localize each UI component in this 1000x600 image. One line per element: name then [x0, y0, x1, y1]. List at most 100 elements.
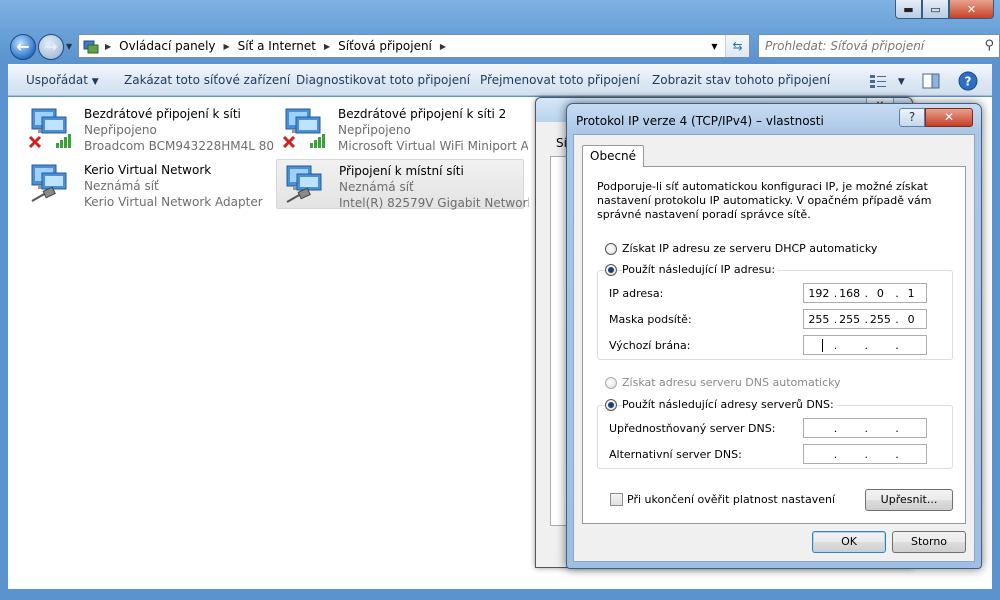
explorer-window: ▬ ▭ ✕ ← → ▼ ▶ Ovládací panely ▶ Síť a In… — [0, 0, 1000, 600]
list-item[interactable]: Připojení k místní síti Neznámá síť Inte… — [276, 159, 529, 210]
breadcrumb-separator-icon[interactable]: ▶ — [324, 42, 330, 51]
dns-manual-radio[interactable] — [605, 399, 617, 411]
view-status-button[interactable]: Zobrazit stav tohoto připojení — [652, 64, 830, 96]
navigation-bar: ← → ▼ ▶ Ovládací panely ▶ Síť a Internet… — [8, 32, 1000, 60]
search-icon[interactable]: ⚲ — [984, 35, 994, 57]
close-icon: ✕ — [943, 110, 955, 124]
dns-auto-radio[interactable] — [605, 377, 617, 389]
preview-pane-button[interactable] — [922, 64, 940, 96]
default-gateway-field[interactable]: . . . — [803, 335, 927, 355]
ok-button[interactable]: OK — [812, 531, 886, 553]
address-controls: ▼ ⇆ — [703, 35, 749, 57]
octet: 1 — [907, 286, 915, 300]
octet: 192 — [808, 286, 830, 300]
help-button[interactable]: ? — [899, 108, 925, 127]
tab-general[interactable]: Obecné — [582, 145, 645, 167]
help-button[interactable]: ? — [958, 64, 978, 96]
back-arrow-icon: ← — [16, 37, 30, 56]
breadcrumb-control-panel[interactable]: Ovládací panely — [119, 39, 215, 53]
connection-device: Intel(R) 82579V Gigabit Network C... — [339, 196, 529, 210]
organize-button[interactable]: Uspořádat ▼ — [26, 64, 99, 96]
wired-network-icon — [31, 164, 67, 202]
back-button[interactable]: ← — [10, 34, 36, 60]
alternate-dns-label: Alternativní server DNS: — [609, 448, 742, 461]
help-icon: ? — [958, 71, 978, 90]
cancel-button[interactable]: Storno — [892, 531, 966, 553]
wired-network-icon — [286, 165, 322, 203]
organize-label: Uspořádat — [26, 73, 88, 87]
connection-name: Připojení k místní síti — [339, 164, 464, 178]
ipv4-properties-dialog: Protokol IP verze 4 (TCP/IPv4) – vlastno… — [566, 103, 982, 569]
forward-button[interactable]: → — [38, 34, 64, 60]
connection-name: Bezdrátové připojení k síti 2 — [338, 107, 507, 121]
address-dropdown-button[interactable]: ▼ — [703, 35, 725, 57]
ip-address-field[interactable]: 192. 168. 0. 1 — [803, 283, 927, 303]
chevron-down-icon: ▼ — [897, 77, 905, 87]
ip-auto-radio[interactable] — [605, 243, 617, 255]
close-button[interactable]: ✕ — [949, 0, 994, 19]
connection-status: Neznámá síť — [84, 179, 159, 193]
svg-text:?: ? — [965, 74, 972, 88]
chevron-down-icon: ▼ — [91, 77, 99, 87]
preferred-dns-label: Upřednostňovaný server DNS: — [609, 422, 776, 435]
connection-device: Kerio Virtual Network Adapter — [84, 195, 263, 209]
dialog-title: Protokol IP verze 4 (TCP/IPv4) – vlastno… — [576, 114, 824, 128]
refresh-icon: ⇆ — [732, 39, 743, 53]
ip-manual-label[interactable]: Použít následující IP adresu: — [622, 263, 779, 276]
text-caret — [822, 339, 823, 352]
close-icon: ✕ — [966, 2, 977, 16]
ip-auto-label[interactable]: Získat IP adresu ze serveru DHCP automat… — [622, 242, 877, 255]
view-list-icon — [870, 74, 886, 88]
search-placeholder: Prohledat: Síťová připojení — [765, 39, 925, 53]
validate-settings-label[interactable]: Při ukončení ověřit platnost nastavení — [627, 493, 835, 506]
search-input[interactable]: Prohledat: Síťová připojení ⚲ — [758, 34, 1000, 58]
advanced-button[interactable]: Upřesnit... — [865, 489, 953, 511]
list-item[interactable]: Bezdrátové připojení k síti 2 Nepřipojen… — [276, 103, 528, 153]
refresh-button[interactable]: ⇆ — [725, 35, 749, 57]
address-bar[interactable]: ▶ Ovládací panely ▶ Síť a Internet ▶ Síť… — [78, 34, 750, 58]
connection-device: Broadcom BCM943228HM4L 802.... — [84, 139, 274, 153]
breadcrumb-separator-icon: ▶ — [105, 41, 112, 51]
general-tab-panel: Podporuje-li síť automatickou konfigurac… — [582, 166, 966, 524]
dialog-close-button[interactable]: ✕ — [925, 108, 973, 127]
alternate-dns-field[interactable]: . . . — [803, 444, 927, 464]
octet: 255 — [869, 312, 891, 326]
recent-pages-dropdown[interactable]: ▼ — [66, 42, 72, 51]
validate-settings-checkbox[interactable] — [610, 493, 623, 506]
octet: 0 — [907, 312, 915, 326]
breadcrumb-separator-icon[interactable]: ▶ — [224, 42, 230, 51]
default-gateway-label: Výchozí brána: — [609, 339, 691, 352]
preferred-dns-field[interactable]: . . . — [803, 418, 927, 438]
octet: 255 — [839, 312, 861, 326]
wireless-network-icon — [28, 108, 71, 149]
connection-device: Microsoft Virtual WiFi Miniport A... — [338, 139, 528, 153]
connection-name: Kerio Virtual Network — [84, 163, 212, 177]
dns-auto-label[interactable]: Získat adresu serveru DNS automaticky — [622, 376, 841, 389]
minimize-button[interactable]: ▬ — [895, 0, 922, 19]
octet: 168 — [839, 286, 861, 300]
command-bar: Uspořádat ▼ Zakázat toto síťové zařízení… — [8, 64, 992, 96]
forward-arrow-icon: → — [44, 37, 58, 56]
ip-address-label: IP adresa: — [609, 287, 664, 300]
maximize-icon: ▭ — [930, 2, 941, 16]
rename-button[interactable]: Přejmenovat toto připojení — [480, 64, 640, 96]
list-item[interactable]: Bezdrátové připojení k síti Nepřipojeno … — [22, 103, 274, 153]
preview-pane-icon — [922, 73, 940, 88]
connection-status: Nepřipojeno — [338, 123, 411, 137]
subnet-mask-field[interactable]: 255. 255. 255. 0 — [803, 309, 927, 329]
breadcrumb-separator-icon[interactable]: ▶ — [440, 42, 446, 51]
view-options-button[interactable]: ▼ — [870, 64, 905, 96]
list-item[interactable]: Kerio Virtual Network Neznámá síť Kerio … — [22, 159, 270, 209]
dialog-body: Obecné Podporuje-li síť automatickou kon… — [573, 134, 975, 562]
breadcrumb-network-internet[interactable]: Síť a Internet — [238, 39, 316, 53]
disable-device-button[interactable]: Zakázat toto síťové zařízení — [124, 64, 290, 96]
diagnose-button[interactable]: Diagnostikovat toto připojení — [296, 64, 470, 96]
dns-manual-label[interactable]: Použít následující adresy serverů DNS: — [622, 398, 837, 411]
octet: 0 — [876, 286, 884, 300]
breadcrumb-network-connections[interactable]: Síťová připojení — [338, 39, 432, 53]
network-folder-icon — [83, 40, 99, 54]
maximize-button[interactable]: ▭ — [922, 0, 949, 19]
description-text: Podporuje-li síť automatickou konfigurac… — [597, 180, 932, 221]
ip-manual-radio[interactable] — [605, 264, 617, 276]
minimize-icon: ▬ — [903, 2, 914, 16]
